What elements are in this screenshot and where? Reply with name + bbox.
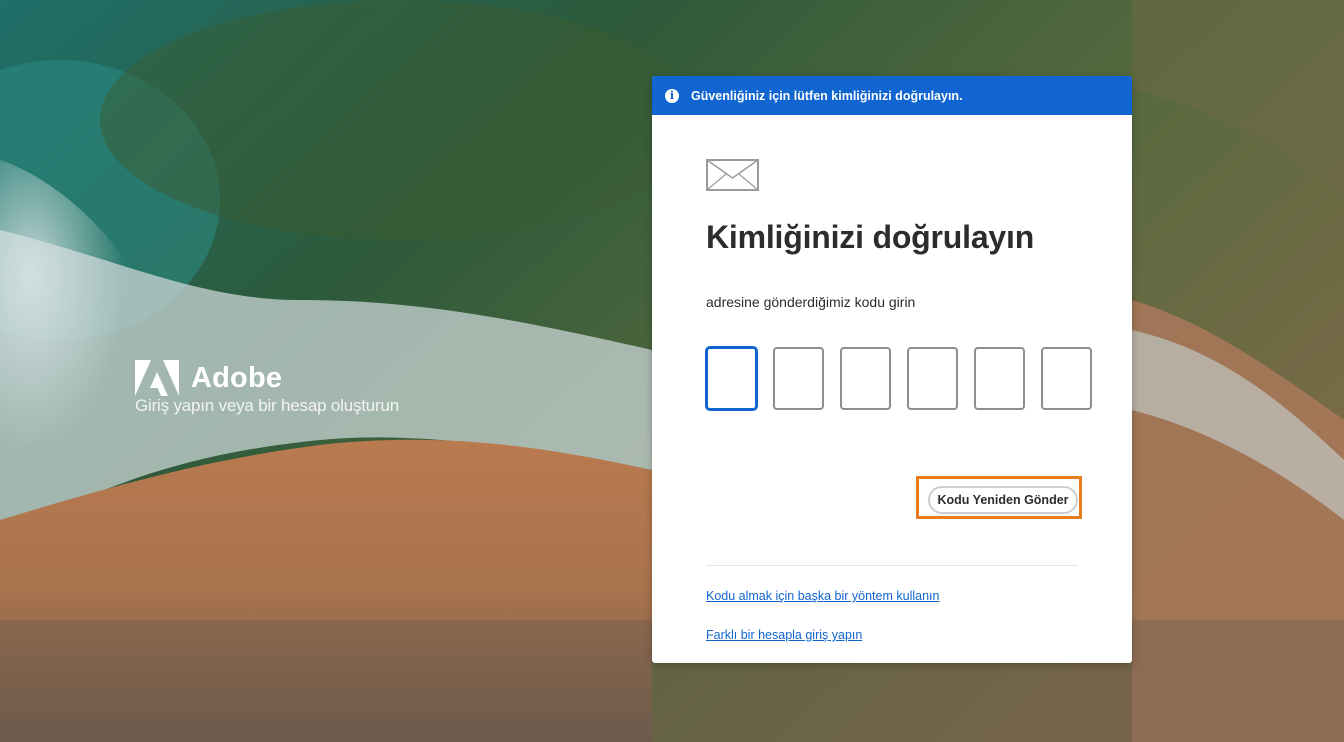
code-digit-3[interactable] [840, 347, 891, 410]
security-banner: i Güvenliğiniz için lütfen kimliğinizi d… [652, 76, 1132, 115]
page-title: Kimliğinizi doğrulayın [706, 219, 1035, 255]
alternate-method-link[interactable]: Kodu almak için başka bir yöntem kullanı… [706, 589, 939, 603]
code-digit-4[interactable] [907, 347, 958, 410]
resend-code-button[interactable]: Kodu Yeniden Gönder [928, 486, 1078, 514]
adobe-logo-icon [135, 360, 179, 396]
different-account-link[interactable]: Farklı bir hesapla giriş yapın [706, 628, 862, 642]
code-digit-5[interactable] [974, 347, 1025, 410]
code-input-row [706, 347, 1092, 410]
info-icon: i [665, 88, 679, 103]
banner-text: Güvenliğiniz için lütfen kimliğinizi doğ… [691, 88, 963, 103]
verification-card: i Güvenliğiniz için lütfen kimliğinizi d… [652, 76, 1132, 663]
code-digit-2[interactable] [773, 347, 824, 410]
code-digit-6[interactable] [1041, 347, 1092, 410]
mail-icon [706, 159, 759, 191]
code-digit-1[interactable] [706, 347, 757, 410]
brand-name: Adobe [191, 362, 283, 394]
brand-block: Adobe Giriş yapın veya bir hesap oluştur… [135, 360, 399, 416]
instruction-text: adresine gönderdiğimiz kodu girin [706, 294, 916, 310]
brand-tagline: Giriş yapın veya bir hesap oluşturun [135, 396, 399, 415]
divider [706, 565, 1078, 566]
